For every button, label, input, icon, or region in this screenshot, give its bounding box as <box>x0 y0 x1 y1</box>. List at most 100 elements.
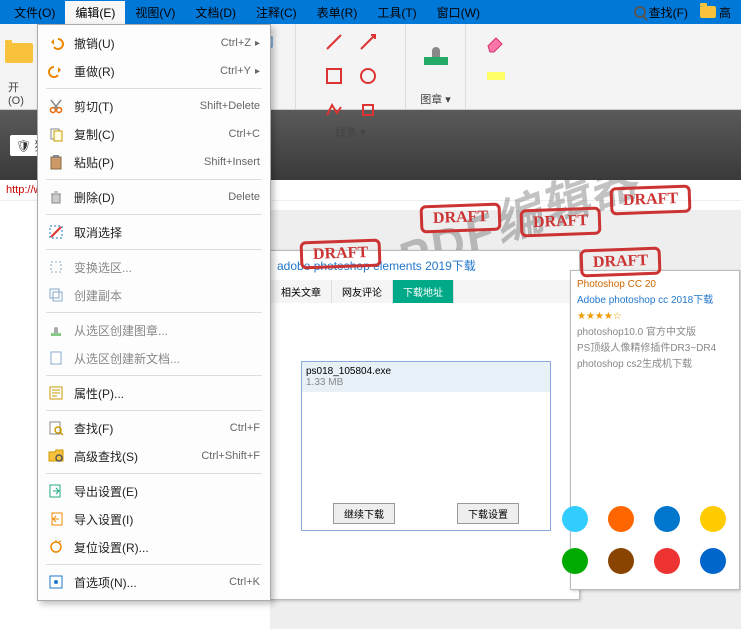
line-tool-1[interactable] <box>320 28 348 56</box>
menu-item-prop[interactable]: 属性(P)... <box>38 379 270 407</box>
page-tab-2[interactable]: 网友评论 <box>332 280 393 303</box>
desel-icon <box>46 222 66 242</box>
app-grid <box>557 501 735 579</box>
menubar-high-label: 高 <box>719 4 731 21</box>
menu-item-label: 从选区创建新文档... <box>74 350 260 367</box>
draft-stamp: DRAFT <box>580 247 662 278</box>
menu-shortcut: Ctrl+Shift+F <box>201 450 260 462</box>
document-viewport: Trial Version PDF编辑器 adobe photoshop ele… <box>270 210 741 629</box>
menu-item-label: 导出设置(E) <box>74 483 260 500</box>
menu-item-label: 粘贴(P) <box>74 154 204 171</box>
line-tool-5[interactable] <box>320 96 348 124</box>
menu-shortcut: Ctrl+Y <box>220 65 251 77</box>
menu-item-delete[interactable]: 删除(D)Delete <box>38 183 270 211</box>
download-dialog: ps018_105804.exe1.33 MB 继续下载 下载设置 <box>301 361 551 531</box>
draft-stamp: DRAFT <box>420 203 502 234</box>
line-tool-3[interactable] <box>320 62 348 90</box>
menu-shortcut: Shift+Delete <box>200 100 260 112</box>
app-icon[interactable] <box>649 501 685 537</box>
draft-stamp: DRAFT <box>520 207 602 238</box>
menu-item-copy[interactable]: 复制(C)Ctrl+C <box>38 120 270 148</box>
menubar-find[interactable]: 查找(F) <box>628 4 694 21</box>
line-tool-2[interactable] <box>354 28 382 56</box>
app-icon[interactable] <box>695 543 731 579</box>
menu-item-reset[interactable]: 复位设置(R)... <box>38 533 270 561</box>
menu-item-redo[interactable]: 重做(R)Ctrl+Y▸ <box>38 57 270 85</box>
app-icon[interactable] <box>603 543 639 579</box>
menu-item-trans[interactable]: 变换选区... <box>38 253 270 281</box>
menu-item-label: 取消选择 <box>74 224 260 241</box>
chevron-right-icon: ▸ <box>255 38 260 49</box>
app-icon[interactable] <box>695 501 731 537</box>
stamp-button[interactable] <box>416 28 456 78</box>
find-icon <box>46 418 66 438</box>
chevron-right-icon: ▸ <box>255 66 260 77</box>
menu-item-export[interactable]: 导出设置(E) <box>38 477 270 505</box>
folder-icon <box>700 6 716 18</box>
menu-item-desel[interactable]: 取消选择 <box>38 218 270 246</box>
menu-edit[interactable]: 编辑(E) <box>65 1 125 24</box>
menu-item-paste[interactable]: 粘贴(P)Shift+Insert <box>38 148 270 176</box>
side-list: Photoshop CC 20 Adobe photoshop cc 2018下… <box>570 270 740 590</box>
trans-icon <box>46 257 66 277</box>
menu-window[interactable]: 窗口(W) <box>427 1 490 24</box>
page-tab-3[interactable]: 下载地址 <box>393 280 454 303</box>
dup-icon <box>46 285 66 305</box>
draft-stamp: DRAFT <box>610 185 692 216</box>
menu-shortcut: Ctrl+C <box>229 128 260 140</box>
prop-icon <box>46 383 66 403</box>
menu-comment[interactable]: 注释(C) <box>246 1 307 24</box>
app-icon[interactable] <box>557 543 593 579</box>
reset-icon <box>46 537 66 557</box>
menu-item-doc[interactable]: 从选区创建新文档... <box>38 344 270 372</box>
cut-icon <box>46 96 66 116</box>
dialog-settings-button[interactable]: 下载设置 <box>457 503 519 524</box>
ribbon-stamp-label: 图章 ▾ <box>420 91 451 107</box>
menu-item-label: 查找(F) <box>74 420 230 437</box>
menu-item-label: 创建副本 <box>74 287 260 304</box>
menu-item-label: 撤销(U) <box>74 35 221 52</box>
app-icon[interactable] <box>557 501 593 537</box>
menu-item-undo[interactable]: 撤销(U)Ctrl+Z▸ <box>38 29 270 57</box>
menu-item-label: 高级查找(S) <box>74 448 201 465</box>
dialog-header: ps018_105804.exe1.33 MB <box>302 362 550 392</box>
dialog-continue-button[interactable]: 继续下载 <box>333 503 395 524</box>
menubar-high[interactable]: 高 <box>694 4 737 21</box>
menu-item-label: 变换选区... <box>74 259 260 276</box>
app-icon[interactable] <box>649 543 685 579</box>
menu-item-findadv[interactable]: 高级查找(S)Ctrl+Shift+F <box>38 442 270 470</box>
redo-icon <box>46 61 66 81</box>
menu-view[interactable]: 视图(V) <box>125 1 185 24</box>
menu-item-label: 剪切(T) <box>74 98 200 115</box>
app-icon[interactable] <box>603 501 639 537</box>
menu-item-dup[interactable]: 创建副本 <box>38 281 270 309</box>
menu-form[interactable]: 表单(R) <box>307 1 368 24</box>
menu-item-label: 属性(P)... <box>74 385 260 402</box>
menu-item-pref[interactable]: 首选项(N)...Ctrl+K <box>38 568 270 596</box>
menu-item-stamp[interactable]: 从选区创建图章... <box>38 316 270 344</box>
copy-icon <box>46 124 66 144</box>
menu-tools[interactable]: 工具(T) <box>367 1 426 24</box>
page-tab-1[interactable]: 相关文章 <box>271 280 332 303</box>
pref-icon <box>46 572 66 592</box>
menu-item-cut[interactable]: 剪切(T)Shift+Delete <box>38 92 270 120</box>
open-button[interactable] <box>0 28 39 78</box>
line-tool-4[interactable] <box>354 62 382 90</box>
menu-shortcut: Ctrl+F <box>230 422 260 434</box>
menu-shortcut: Delete <box>228 191 260 203</box>
menubar: 文件(O) 编辑(E) 视图(V) 文档(D) 注释(C) 表单(R) 工具(T… <box>0 0 741 24</box>
list-row: Adobe photoshop cc 2018下载 <box>577 293 733 309</box>
eraser-tool[interactable] <box>482 28 510 56</box>
menu-item-label: 首选项(N)... <box>74 574 229 591</box>
menu-document[interactable]: 文档(D) <box>185 1 246 24</box>
menu-item-find[interactable]: 查找(F)Ctrl+F <box>38 414 270 442</box>
delete-icon <box>46 187 66 207</box>
folder-open-icon <box>5 43 33 63</box>
page-preview: adobe photoshop elements 2019下载 相关文章 网友评… <box>270 250 580 600</box>
menu-item-import[interactable]: 导入设置(I) <box>38 505 270 533</box>
menu-file[interactable]: 文件(O) <box>4 1 65 24</box>
paste-icon <box>46 152 66 172</box>
line-tool-6[interactable] <box>354 96 382 124</box>
highlight-tool[interactable] <box>482 62 510 90</box>
edit-menu-dropdown: 撤销(U)Ctrl+Z▸重做(R)Ctrl+Y▸剪切(T)Shift+Delet… <box>37 24 271 601</box>
